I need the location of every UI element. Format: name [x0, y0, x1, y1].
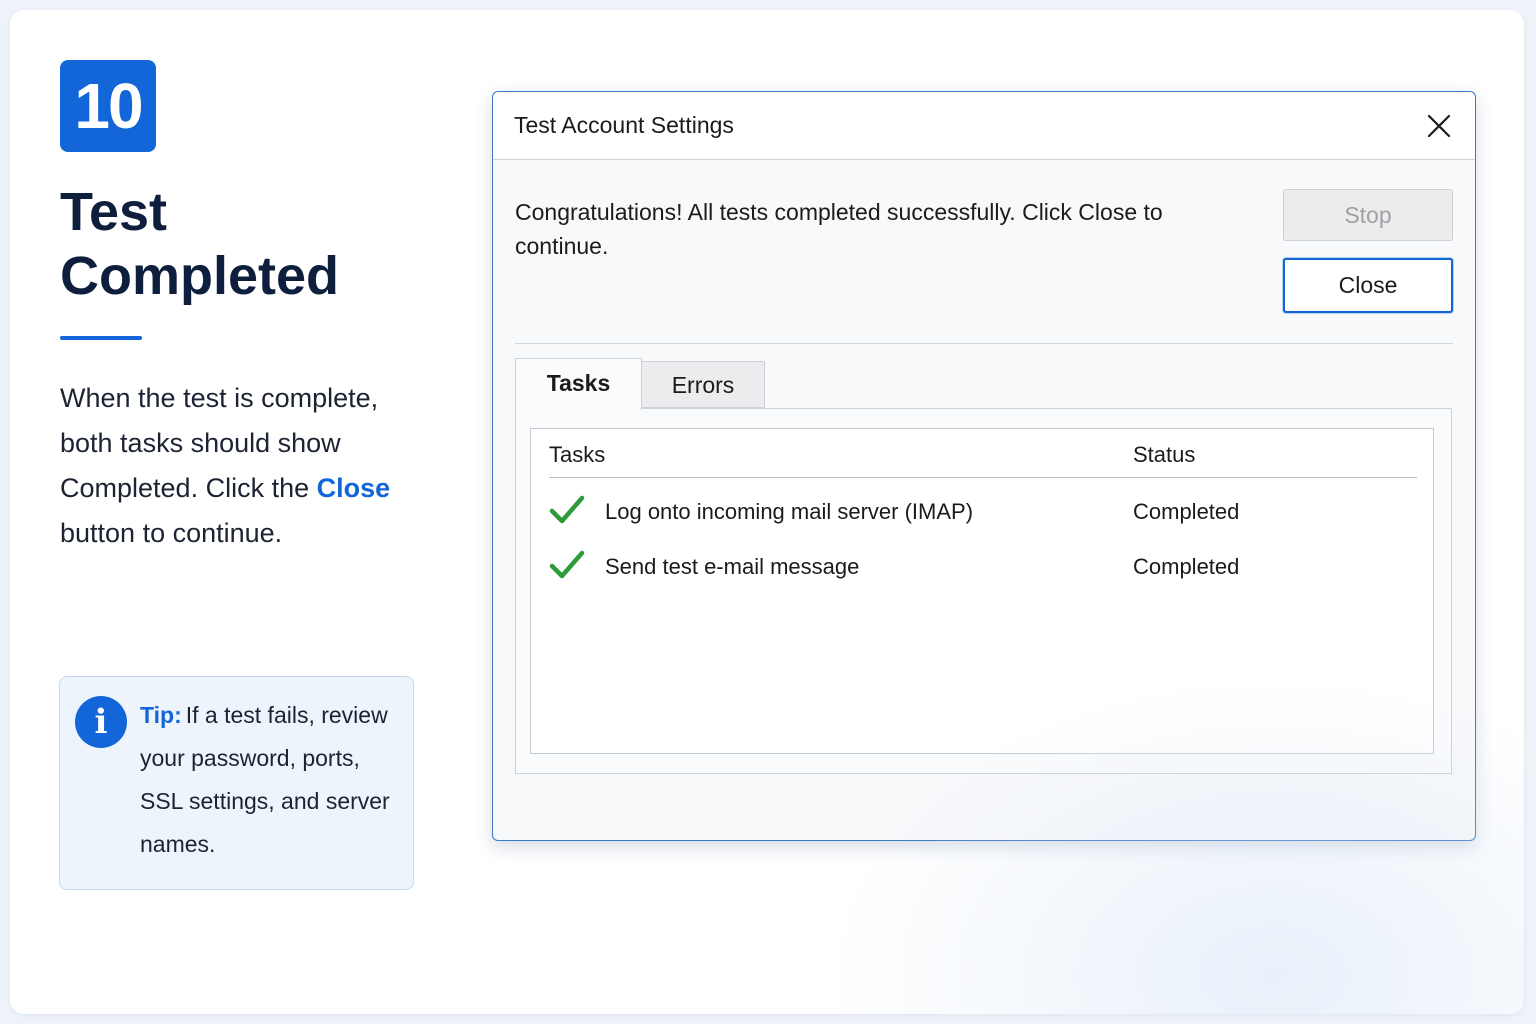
list-header: Tasks Status [549, 429, 1417, 478]
tip-callout: i Tip: If a test fails, review your passw… [59, 676, 414, 890]
tip-text: Tip: If a test fails, review your passwor… [140, 694, 402, 866]
check-icon [549, 495, 585, 524]
task-status: Completed [1133, 499, 1240, 524]
step-number-badge: 10 [60, 60, 156, 152]
table-row[interactable]: Log onto incoming mail server (IMAP) Com… [549, 492, 1417, 532]
description-text-end: button to continue. [60, 518, 283, 548]
dialog-separator [515, 343, 1453, 344]
tutorial-card: 10 Test Completed When the test is compl… [10, 10, 1524, 1014]
close-button[interactable]: Close [1283, 258, 1453, 313]
accent-divider [60, 336, 142, 340]
check-icon [549, 550, 585, 579]
page-title-line-2: Completed [60, 246, 340, 306]
table-row[interactable]: Send test e-mail message Completed [549, 547, 1417, 587]
column-header-tasks[interactable]: Tasks [549, 442, 605, 468]
test-account-settings-dialog: Test Account Settings Congratulations! A… [492, 91, 1476, 841]
tasks-list: Tasks Status Log onto incoming mail serv… [530, 428, 1434, 754]
task-name: Log onto incoming mail server (IMAP) [605, 499, 974, 524]
tab-errors[interactable]: Errors [642, 361, 765, 408]
page-title-line-1: Test [60, 182, 168, 242]
tip-label: Tip: [140, 702, 182, 728]
task-name: Send test e-mail message [605, 554, 860, 579]
tasks-tab-panel: Tasks Status Log onto incoming mail serv… [515, 408, 1452, 774]
step-description: When the test is complete, both tasks sh… [60, 376, 420, 556]
stop-button[interactable]: Stop [1283, 189, 1453, 241]
description-close-highlight: Close [316, 473, 391, 503]
tab-tasks[interactable]: Tasks [515, 358, 642, 410]
page-title: Test Completed [60, 180, 339, 308]
success-message: Congratulations! All tests completed suc… [515, 199, 1163, 259]
dialog-title-bar: Test Account Settings [493, 92, 1475, 160]
column-header-status[interactable]: Status [1133, 442, 1195, 468]
close-icon[interactable] [1423, 110, 1455, 142]
task-status: Completed [1133, 554, 1240, 579]
info-icon: i [75, 696, 127, 748]
dialog-title: Test Account Settings [514, 112, 734, 138]
